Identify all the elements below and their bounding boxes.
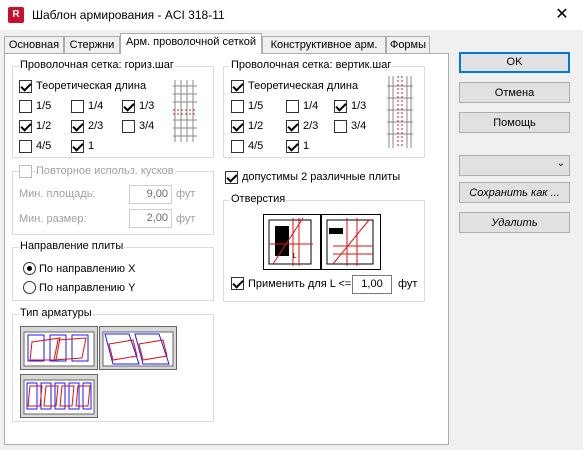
horiz-opt-1-checkbox[interactable] [71, 140, 84, 153]
close-icon[interactable]: ✕ [548, 3, 576, 27]
revit-app-icon: R [8, 7, 24, 23]
tab-main[interactable]: Основная [4, 36, 64, 54]
vert-opt-1-checkbox[interactable] [286, 140, 299, 153]
min-area-unit: фут [176, 188, 196, 200]
vert-opt-label: 1/4 [303, 100, 319, 112]
help-button[interactable]: Помощь [459, 112, 570, 133]
opening-diagram-icon: L [263, 214, 381, 270]
vert-opt-1-5-checkbox[interactable] [231, 100, 244, 113]
horiz-spacing-title: Проволочная сетка: гориз.шаг [19, 59, 175, 71]
vert-opt-1-3-checkbox[interactable] [334, 100, 347, 113]
rebar-type-3-thumbnail[interactable] [20, 374, 98, 418]
vert-opt-3-4-checkbox[interactable] [334, 120, 347, 133]
vert-opt-label: 3/4 [351, 120, 367, 132]
vert-spacing-title: Проволочная сетка: вертик.шаг [230, 59, 393, 71]
horiz-opt-label: 2/3 [88, 120, 104, 132]
horiz-theoretical-length-label: Теоретическая длина [36, 80, 147, 92]
openings-unit: фут [398, 278, 418, 290]
template-select[interactable]: ⌄ [459, 155, 570, 176]
reuse-pieces-checkbox[interactable] [19, 165, 32, 178]
window-title: Шаблон армирования - ACI 318-11 [32, 8, 225, 22]
horiz-opt-4-5-checkbox[interactable] [19, 140, 32, 153]
horiz-opt-label: 1/3 [139, 100, 155, 112]
min-size-label: Мин. размер: [19, 213, 87, 225]
ok-button[interactable]: OK [459, 52, 570, 73]
rebar-type-2-thumbnail[interactable] [99, 326, 177, 370]
direction-y-label: По направлению Y [39, 282, 136, 294]
horiz-theoretical-length-checkbox[interactable] [19, 80, 32, 93]
direction-title: Направление плиты [19, 240, 125, 252]
tab-bars[interactable]: Стержни [64, 36, 120, 54]
openings-apply-checkbox[interactable] [231, 277, 244, 290]
horiz-opt-2-3-checkbox[interactable] [71, 120, 84, 133]
min-area-label: Мин. площадь: [19, 188, 96, 200]
vert-opt-label: 1/3 [351, 100, 367, 112]
reuse-pieces-label: Повторное использ. кусков [36, 165, 176, 177]
rebar-type-1-thumbnail[interactable] [20, 326, 98, 370]
vert-opt-label: 1/2 [248, 120, 264, 132]
save-as-button[interactable]: Сохранить как ... [459, 182, 570, 203]
vert-opt-label: 4/5 [248, 140, 264, 152]
vert-opt-1-2-checkbox[interactable] [231, 120, 244, 133]
title-bar: R Шаблон армирования - ACI 318-11 ✕ [0, 0, 583, 30]
openings-apply-label: Применить для L <= [248, 278, 352, 290]
horiz-opt-3-4-checkbox[interactable] [122, 120, 135, 133]
rebar-type-title: Тип арматуры [19, 307, 93, 319]
horiz-mesh-preview-icon [173, 80, 197, 142]
delete-button[interactable]: Удалить [459, 212, 570, 233]
horiz-opt-label: 3/4 [139, 120, 155, 132]
horiz-opt-1-5-checkbox[interactable] [19, 100, 32, 113]
reuse-group [12, 171, 214, 235]
horiz-opt-1-4-checkbox[interactable] [71, 100, 84, 113]
horiz-opt-1-3-checkbox[interactable] [122, 100, 135, 113]
vert-opt-2-3-checkbox[interactable] [286, 120, 299, 133]
vert-opt-1-4-checkbox[interactable] [286, 100, 299, 113]
tab-structural[interactable]: Конструктивное арм. [262, 36, 386, 54]
min-size-unit: фут [176, 213, 196, 225]
horiz-opt-label: 4/5 [36, 140, 52, 152]
vert-theoretical-length-label: Теоретическая длина [248, 80, 359, 92]
vert-opt-label: 1 [303, 140, 310, 152]
direction-x-radio[interactable] [23, 262, 36, 275]
two-plates-label: допустимы 2 различные плиты [242, 171, 401, 183]
horiz-opt-label: 1/2 [36, 120, 52, 132]
horiz-opt-label: 1 [88, 140, 95, 152]
tab-panel: Проволочная сетка: гориз.шаг Теоретическ… [4, 53, 449, 445]
vert-mesh-preview-icon [387, 76, 413, 148]
svg-text:L: L [293, 253, 297, 260]
horiz-opt-label: 1/5 [36, 100, 52, 112]
openings-title: Отверстия [230, 193, 287, 205]
horiz-opt-label: 1/4 [88, 100, 104, 112]
cancel-button[interactable]: Отмена [459, 82, 570, 103]
vert-opt-4-5-checkbox[interactable] [231, 140, 244, 153]
min-size-input[interactable]: 2,00 [129, 209, 172, 228]
vert-theoretical-length-checkbox[interactable] [231, 80, 244, 93]
tab-shapes[interactable]: Формы [386, 36, 430, 54]
chevron-down-icon: ⌄ [556, 158, 565, 169]
min-area-input[interactable]: 9,00 [129, 185, 172, 204]
horiz-opt-1-2-checkbox[interactable] [19, 120, 32, 133]
direction-y-radio[interactable] [23, 281, 36, 294]
tab-wire-mesh[interactable]: Арм. проволочной сеткой [120, 33, 262, 54]
direction-x-label: По направлению X [39, 263, 136, 275]
openings-max-length-input[interactable]: 1,00 [352, 275, 392, 294]
vert-opt-label: 2/3 [303, 120, 319, 132]
vert-opt-label: 1/5 [248, 100, 264, 112]
two-plates-checkbox[interactable] [225, 171, 238, 184]
